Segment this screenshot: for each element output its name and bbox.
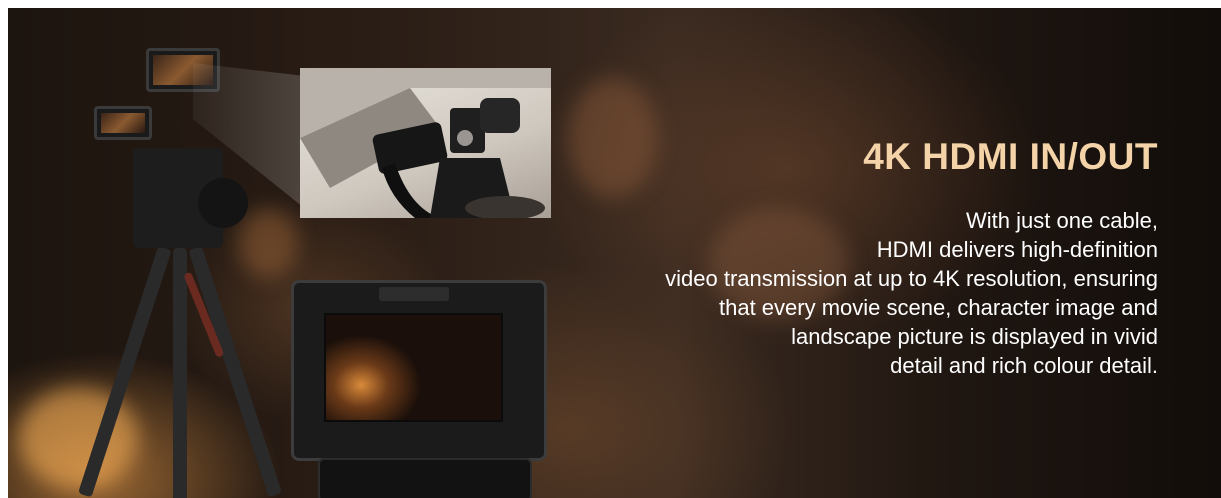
monitor-stand-case [318,458,532,498]
description-line: that every movie scene, character image … [718,295,1158,320]
camera-side-monitor [94,106,152,140]
tripod-leg [188,245,283,498]
feature-headline: 4K HDMI IN/OUT [863,136,1158,177]
bokeh-light [568,78,658,198]
hdmi-port-closeup [300,68,551,218]
tripod-leg [173,248,187,498]
feature-description: With just one cable, HDMI delivers high-… [665,206,1158,380]
description-line: landscape picture is displayed in vivid [791,324,1158,349]
field-monitor-case [291,280,547,461]
description-line: detail and rich colour detail. [890,353,1158,378]
description-line: With just one cable, [966,208,1158,233]
description-line: video transmission at up to 4K resolutio… [665,266,1158,291]
hdmi-cable-illustration [300,68,551,218]
camera-lens [198,178,248,228]
tripod-leg [77,245,172,498]
hdmi-feature-banner: 4K HDMI IN/OUT With just one cable, HDMI… [8,8,1221,498]
case-handle [379,287,449,301]
field-monitor-screen [324,313,503,422]
description-line: HDMI delivers high-definition [876,237,1158,262]
